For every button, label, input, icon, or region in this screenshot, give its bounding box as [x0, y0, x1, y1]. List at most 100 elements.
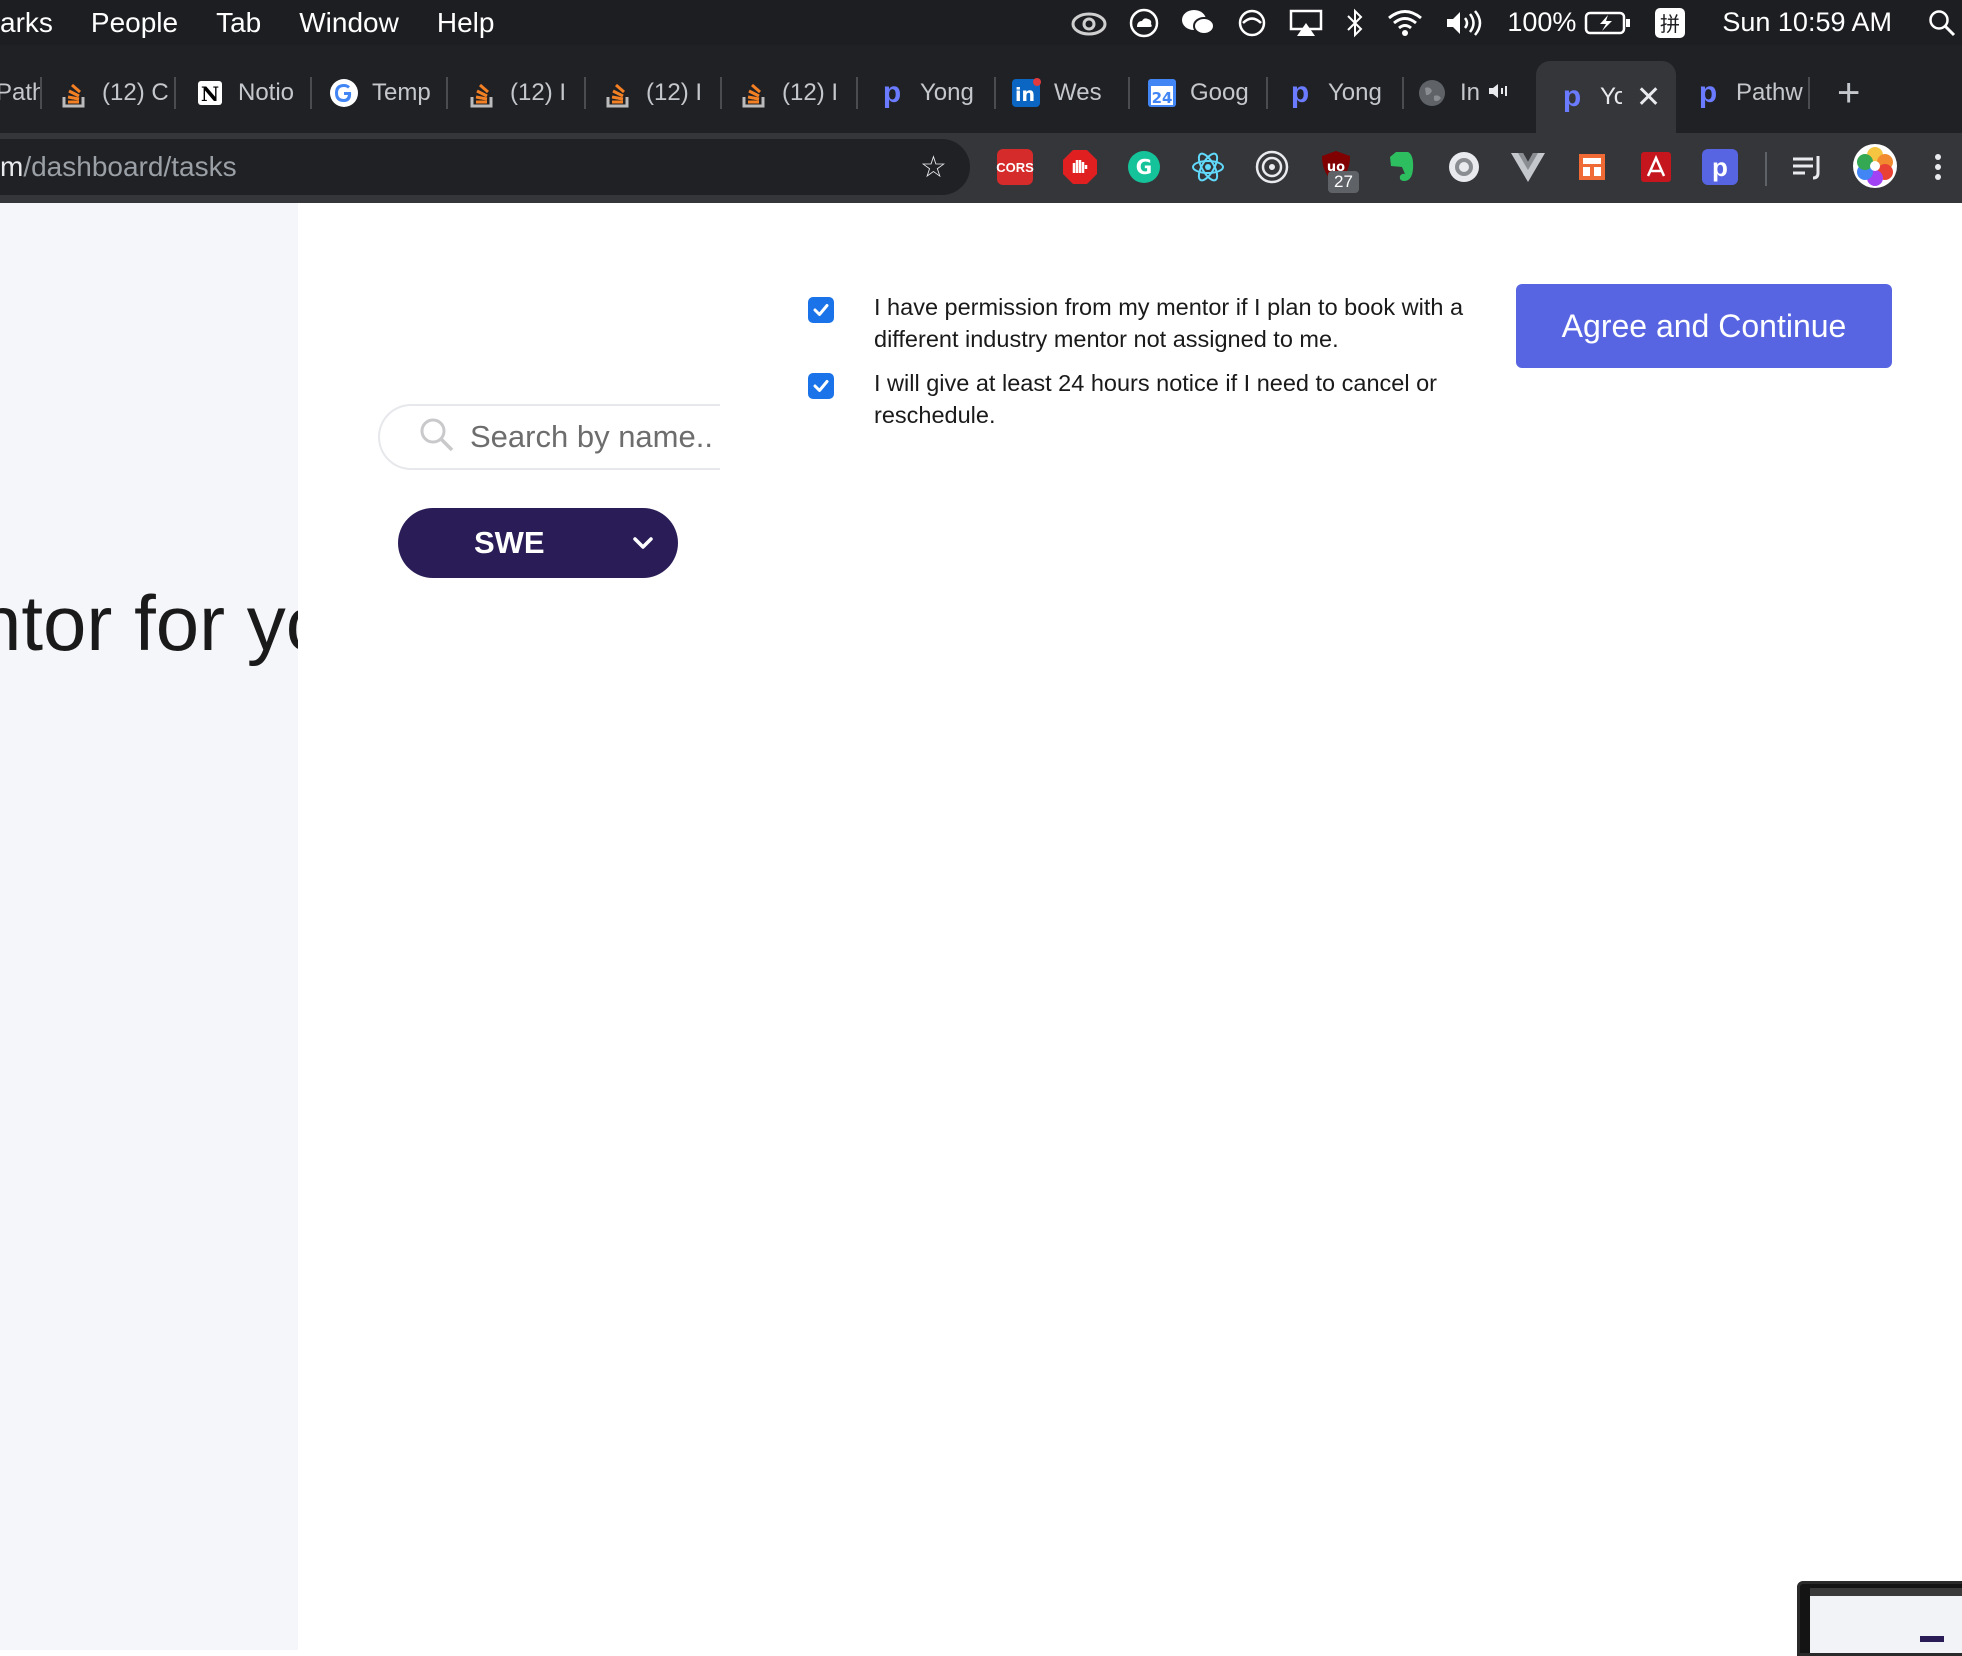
tab-stackoverflow-6[interactable]: (12) I [738, 63, 858, 123]
adblock-icon[interactable] [1062, 149, 1098, 185]
bookmark-star-icon[interactable]: ☆ [920, 153, 947, 183]
pathways-icon: p [1290, 76, 1310, 109]
pathways-ext-icon[interactable]: p [1702, 149, 1738, 185]
tab-label: Notio [238, 79, 295, 106]
url-path: /dashboard/tasks [23, 151, 237, 182]
search-box[interactable] [378, 404, 720, 470]
screenshot-thumbnail-preview[interactable] [1797, 1581, 1962, 1656]
tab-label: Path [0, 79, 42, 106]
tab-pathways-13[interactable]: p Pathw [1692, 63, 1810, 123]
tab-separator [1402, 77, 1404, 109]
tab-linkedin-8[interactable]: in Wes [1010, 63, 1130, 123]
svg-text:拼: 拼 [1660, 12, 1680, 36]
tab-pathways-7[interactable]: p Yong [876, 63, 996, 123]
menu-tab[interactable]: Tab [197, 0, 280, 45]
menu-window[interactable]: Window [280, 0, 418, 45]
tab-label: Temp [372, 79, 431, 106]
pathways-icon: p [1562, 80, 1582, 113]
clock[interactable]: Sun 10:59 AM [1722, 0, 1892, 45]
wifi-icon[interactable] [1387, 0, 1423, 45]
page-heading: ntor for yo [0, 579, 298, 667]
address-bar[interactable]: m/dashboard/tasks ☆ [0, 139, 970, 195]
target-icon[interactable] [1254, 149, 1290, 185]
agreement-checkbox-2[interactable] [808, 373, 834, 399]
search-input[interactable] [470, 419, 720, 455]
new-tab-button[interactable]: + [1837, 73, 1860, 113]
chevron-down-icon [628, 528, 658, 563]
tab-separator [1128, 77, 1130, 109]
tab-separator [40, 77, 42, 109]
more-menu-icon[interactable] [1920, 149, 1956, 185]
tab-stackoverflow-1[interactable]: (12) C [58, 63, 176, 123]
tab-label: Yo [1600, 83, 1622, 110]
thumbnail-button [1920, 1636, 1944, 1642]
airplay-icon[interactable] [1289, 0, 1323, 45]
react-devtools-icon[interactable] [1190, 149, 1226, 185]
agreement-row-1: I have permission from my mentor if I pl… [808, 291, 1474, 355]
agree-and-continue-button[interactable]: Agree and Continue [1516, 284, 1892, 368]
ublock-count-badge: 27 [1328, 171, 1359, 193]
tab-separator [856, 77, 858, 109]
google-icon [328, 77, 360, 109]
sync-icon[interactable] [1237, 0, 1267, 45]
track-filter-dropdown[interactable]: SWE [398, 508, 678, 578]
tab-globe-11[interactable]: In [1416, 63, 1528, 123]
url-host: m [0, 151, 24, 182]
creative-cloud-icon[interactable] [1071, 0, 1107, 45]
wechat-icon[interactable] [1181, 0, 1216, 45]
tab-calendar-9[interactable]: 24 Goog [1146, 63, 1268, 123]
agreement-checkbox-1[interactable] [808, 297, 834, 323]
svg-text:in: in [1015, 84, 1035, 106]
calendar-day: 24 [1152, 89, 1173, 107]
search-icon [418, 416, 456, 459]
svg-text:G: G [1136, 155, 1152, 179]
audio-playing-icon[interactable] [1488, 79, 1510, 107]
dropdown-selected-value: SWE [474, 525, 545, 560]
tab-pathways-10[interactable]: p Yong [1284, 63, 1404, 123]
evernote-icon[interactable] [1382, 149, 1418, 185]
tab-separator [310, 77, 312, 109]
menu-help[interactable]: Help [418, 0, 514, 45]
cors-icon[interactable]: CORS [996, 149, 1034, 185]
tab-pathways-0[interactable]: Path [0, 63, 42, 123]
tab-separator [720, 77, 722, 109]
app-menus: arks People Tab Window Help [0, 0, 513, 45]
toolbar-separator [1765, 152, 1767, 186]
menu-bookmarks[interactable]: arks [0, 0, 72, 45]
spotlight-icon[interactable] [1928, 0, 1956, 45]
input-method-icon[interactable]: 拼 [1654, 0, 1686, 45]
bluetooth-icon[interactable] [1345, 0, 1365, 45]
tab-separator [1266, 77, 1268, 109]
tab-stackoverflow-5[interactable]: (12) I [602, 63, 722, 123]
linkedin-icon: in [1010, 77, 1042, 109]
acrobat-icon[interactable] [1638, 149, 1674, 185]
tab-google-3[interactable]: Temp [328, 63, 448, 123]
tab-label: Yong [1328, 79, 1382, 106]
agreement-row-2: I will give at least 24 hours notice if … [808, 367, 1474, 431]
macos-menu-bar: arks People Tab Window Help 100% 拼 Sun 1… [0, 0, 1962, 45]
menu-people[interactable]: People [72, 0, 197, 45]
cloud-icon[interactable] [1129, 0, 1159, 45]
tab-notion-2[interactable]: N Notio [194, 63, 312, 123]
volume-icon[interactable] [1445, 0, 1485, 45]
vue-devtools-icon[interactable] [1510, 149, 1546, 185]
left-panel: ntor for yo [0, 203, 298, 1650]
battery-percent: 100% [1507, 7, 1577, 37]
reading-list-icon[interactable] [1790, 149, 1826, 185]
battery-icon[interactable] [1584, 0, 1632, 45]
profile-avatar-icon[interactable] [1852, 143, 1898, 189]
stackoverflow-icon [602, 77, 634, 109]
tab-label: (12) I [510, 79, 567, 106]
close-tab-icon[interactable]: ✕ [1636, 80, 1661, 115]
notion-icon: N [194, 77, 226, 109]
tab-pathways-active[interactable]: p Yo ✕ [1536, 61, 1676, 133]
browser-toolbar: m/dashboard/tasks ☆ CORS G uo p [0, 133, 1962, 203]
url-text[interactable]: m/dashboard/tasks [0, 151, 237, 183]
calendar-icon: 24 [1146, 77, 1178, 109]
layout-icon[interactable] [1574, 149, 1610, 185]
camera-icon[interactable] [1446, 149, 1482, 185]
tab-label: Goog [1190, 79, 1249, 106]
grammarly-icon[interactable]: G [1126, 149, 1162, 185]
thumbnail-page [1810, 1596, 1962, 1653]
tab-stackoverflow-4[interactable]: (12) I [466, 63, 586, 123]
